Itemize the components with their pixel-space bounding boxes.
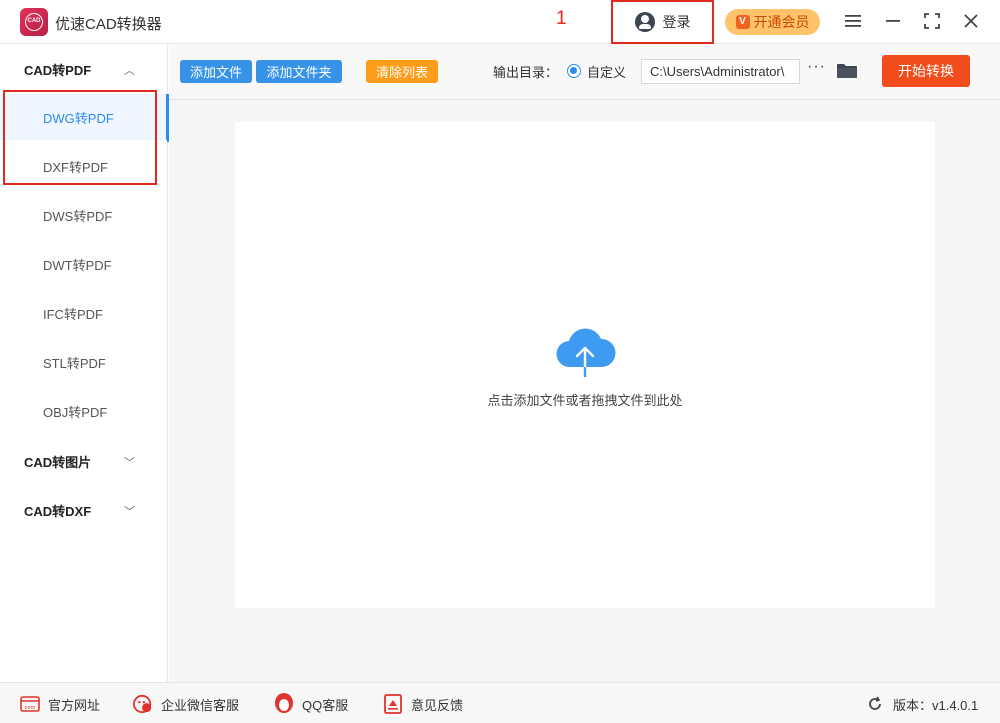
more-options-button[interactable]: ··· — [807, 58, 826, 76]
output-dir-label: 输出目录： — [493, 65, 559, 80]
custom-dir-label[interactable]: 自定义 — [587, 62, 626, 81]
sidebar-item-label: STL转PDF — [43, 355, 106, 371]
sidebar-item-label: DWS转PDF — [43, 208, 113, 224]
wechat-icon — [133, 694, 153, 714]
login-label: 登录 — [662, 14, 691, 30]
clear-list-button[interactable]: 清除列表 — [366, 60, 438, 83]
sidebar: CAD转PDF ︿ DWG转PDF DXF转PDF DWS转PDF DWT转PD… — [0, 44, 168, 682]
sidebar-group-label: CAD转DXF — [24, 503, 92, 519]
qq-icon — [274, 693, 294, 714]
file-drop-zone[interactable]: 点击添加文件或者拖拽文件到此处 — [235, 122, 935, 608]
folder-icon[interactable] — [837, 63, 857, 78]
drop-hint: 点击添加文件或者拖拽文件到此处 — [487, 393, 683, 408]
svg-text:com: com — [25, 705, 36, 711]
feedback-link[interactable]: 意见反馈 — [383, 693, 463, 715]
sidebar-item-dwt-to-pdf[interactable]: DWT转PDF — [0, 241, 168, 287]
start-convert-button[interactable]: 开始转换 — [882, 55, 970, 87]
website-icon: com — [20, 694, 40, 714]
annotation-marker-1: 1 — [556, 8, 567, 29]
sidebar-item-label: IFC转PDF — [43, 306, 103, 322]
sidebar-item-stl-to-pdf[interactable]: STL转PDF — [0, 339, 168, 385]
qq-support-link[interactable]: QQ客服 — [274, 693, 348, 715]
add-file-button[interactable]: 添加文件 — [180, 60, 252, 83]
official-website-label: 官方网址 — [48, 697, 101, 713]
annotation-highlight-box-2 — [3, 90, 157, 185]
feedback-label: 意见反馈 — [411, 697, 464, 713]
cloud-upload-icon — [554, 327, 616, 379]
close-icon[interactable] — [960, 10, 982, 32]
wechat-support-link[interactable]: 企业微信客服 — [133, 693, 239, 715]
sidebar-item-ifc-to-pdf[interactable]: IFC转PDF — [0, 290, 168, 336]
maximize-icon[interactable] — [921, 10, 943, 32]
sidebar-group-label: CAD转PDF — [24, 62, 92, 78]
vip-icon: V — [735, 15, 750, 29]
refresh-icon[interactable] — [865, 694, 885, 714]
vip-button[interactable]: V 开通会员 — [725, 9, 820, 35]
app-logo-text: CAD — [25, 13, 43, 31]
version-info: 版本：v1.4.0.1 — [865, 693, 978, 715]
sidebar-group-cad-to-pdf[interactable]: CAD转PDF ︿ — [0, 46, 168, 92]
output-path-field[interactable]: C:\Users\Administrator\ — [641, 59, 800, 84]
feedback-icon — [383, 694, 403, 714]
toolbar: 添加文件 添加文件夹 清除列表 输出目录： 自定义 C:\Users\Admin… — [169, 44, 1000, 100]
user-icon — [634, 12, 655, 32]
vip-label: 开通会员 — [753, 14, 810, 30]
main-panel: 添加文件 添加文件夹 清除列表 输出目录： 自定义 C:\Users\Admin… — [169, 44, 1000, 682]
chevron-down-icon: ﹀ — [124, 457, 135, 469]
add-folder-button[interactable]: 添加文件夹 — [256, 60, 342, 83]
sidebar-item-obj-to-pdf[interactable]: OBJ转PDF — [0, 388, 168, 434]
version-label: 版本：v1.4.0.1 — [893, 697, 979, 713]
footer: com 官方网址 企业微信客服 QQ客服 意见反馈 版本：v1.4.0.1 — [0, 682, 1000, 723]
qq-support-label: QQ客服 — [302, 697, 349, 713]
custom-dir-radio[interactable] — [567, 64, 581, 78]
sidebar-item-label: DWT转PDF — [43, 257, 112, 273]
chevron-down-icon: ﹀ — [124, 506, 135, 518]
minimize-icon[interactable] — [882, 10, 904, 32]
sidebar-item-dws-to-pdf[interactable]: DWS转PDF — [0, 192, 168, 238]
login-button[interactable]: 登录 — [611, 0, 714, 44]
app-logo-icon: CAD — [20, 8, 48, 36]
sidebar-group-label: CAD转图片 — [24, 454, 92, 470]
menu-icon[interactable] — [842, 10, 864, 32]
chevron-up-icon: ︿ — [124, 65, 135, 77]
sidebar-item-label: OBJ转PDF — [43, 404, 108, 420]
title-bar: CAD 优速CAD转换器 1 登录 V 开通会员 — [0, 0, 1000, 44]
sidebar-group-cad-to-image[interactable]: CAD转图片 ﹀ — [0, 438, 168, 484]
wechat-support-label: 企业微信客服 — [161, 697, 240, 713]
sidebar-group-cad-to-dxf[interactable]: CAD转DXF ﹀ — [0, 487, 168, 533]
official-website-link[interactable]: com 官方网址 — [20, 693, 100, 715]
app-title: 优速CAD转换器 — [55, 16, 162, 33]
